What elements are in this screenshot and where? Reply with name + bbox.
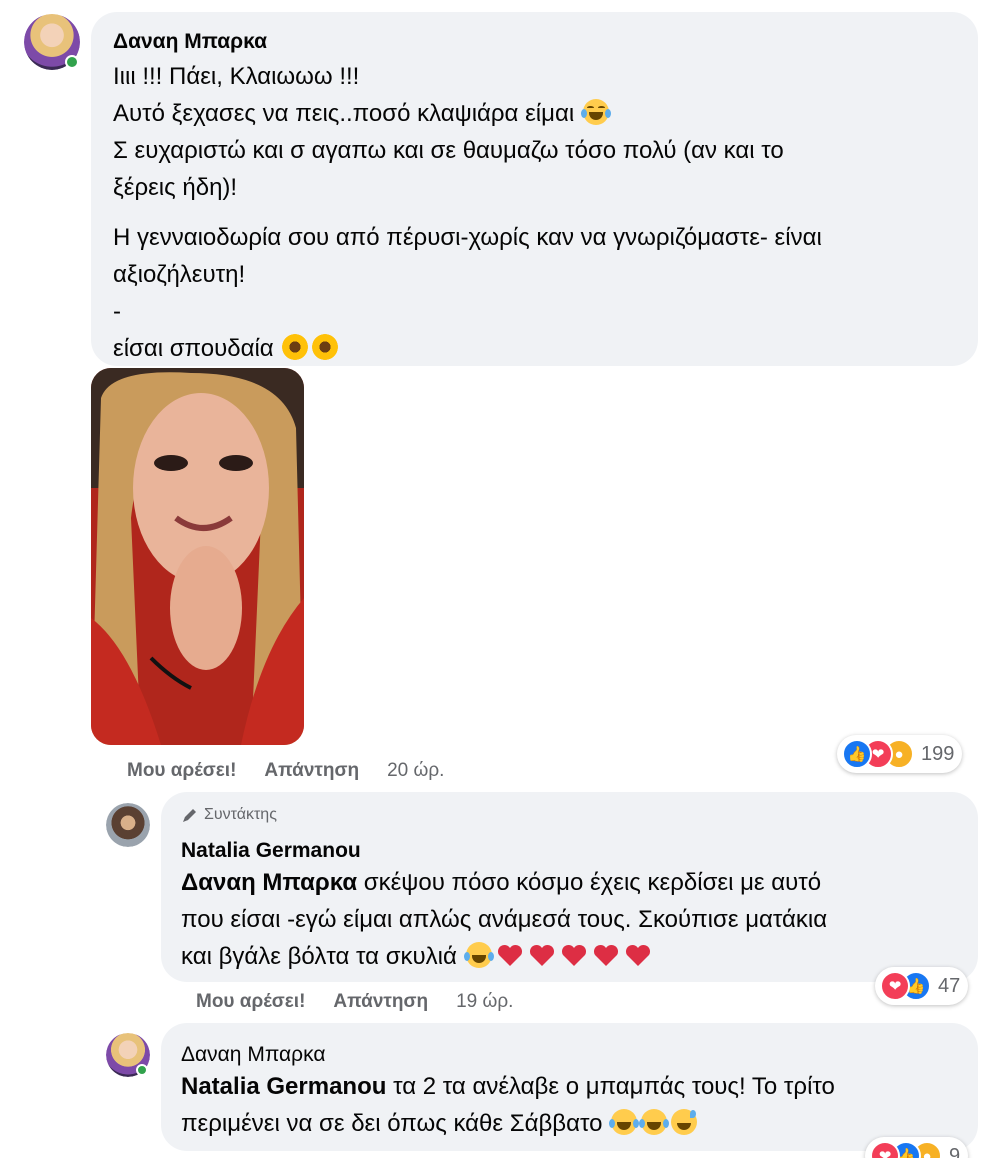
comment-bubble: Δαναη Μπαρκα Ιιιι !!! Πάει, Κλαιωωω !!! … bbox=[91, 12, 978, 366]
laughing-tears-emoji bbox=[639, 1109, 670, 1135]
comment-actions: Μου αρέσει! Απάντηση 19 ώρ. bbox=[196, 991, 513, 1013]
photo-image bbox=[91, 368, 304, 745]
red-heart-emoji bbox=[625, 944, 650, 966]
comment-timestamp[interactable]: 19 ώρ. bbox=[456, 991, 513, 1013]
laughing-tears-emoji bbox=[463, 942, 494, 968]
comment-photo[interactable] bbox=[91, 368, 304, 745]
comment-line: και βγάλε βόλτα τα σκυλιά bbox=[181, 938, 971, 975]
reply-link[interactable]: Απάντηση bbox=[333, 991, 428, 1013]
comment-line: αξιοζήλευτη! bbox=[113, 261, 246, 288]
comment-line: περιμένει να σε δει όπως κάθε Σάββατο bbox=[181, 1105, 971, 1142]
red-heart-emoji bbox=[593, 944, 618, 966]
comment-line: Αυτό ξεχασες να πεις..ποσό κλαψιάρα είμα… bbox=[113, 95, 963, 132]
comment-line: είσαι σπουδαία bbox=[113, 330, 963, 367]
sweat-smile-emoji bbox=[671, 1109, 698, 1135]
sunflower-emoji bbox=[282, 334, 309, 360]
pencil-icon bbox=[183, 809, 196, 822]
red-heart-emoji bbox=[561, 944, 586, 966]
red-heart-emoji bbox=[529, 944, 554, 966]
reaction-summary[interactable]: 👍 ❤ ● 199 bbox=[837, 735, 963, 773]
comment-line: Δαναη Μπαρκα σκέψου πόσο κόσμο έχεις κερ… bbox=[181, 869, 822, 896]
mention-link[interactable]: Natalia Germanou bbox=[181, 1073, 386, 1100]
author-badge: Συντάκτης bbox=[181, 806, 277, 824]
like-link[interactable]: Μου αρέσει! bbox=[196, 991, 305, 1013]
reply-bubble: Δαναη Μπαρκα Natalia Germanou τα 2 τα αν… bbox=[161, 1023, 978, 1151]
comment-author[interactable]: Natalia Germanou bbox=[181, 839, 361, 863]
reaction-count: 9 bbox=[949, 1144, 961, 1158]
avatar[interactable] bbox=[106, 803, 150, 847]
comment-line: Σ ευχαριστώ και σ αγαπω και σε θαυμαζω τ… bbox=[113, 137, 784, 164]
like-link[interactable]: Μου αρέσει! bbox=[127, 760, 236, 782]
badge-label: Συντάκτης bbox=[204, 806, 277, 823]
comment-line: ξέρεις ήδη)! bbox=[113, 174, 238, 201]
comment-text: Ιιιι !!! Πάει, Κλαιωωω !!! Αυτό ξεχασες … bbox=[113, 58, 963, 367]
like-reaction-icon: 👍 bbox=[842, 739, 872, 769]
love-reaction-icon: ❤ bbox=[880, 971, 910, 1001]
comment-actions: Μου αρέσει! Απάντηση 20 ώρ. bbox=[127, 760, 444, 782]
reaction-count: 47 bbox=[938, 974, 961, 997]
online-status-dot bbox=[65, 55, 79, 69]
comment-text: Natalia Germanou τα 2 τα ανέλαβε ο μπαμπ… bbox=[181, 1068, 971, 1142]
comment-line: - bbox=[113, 298, 121, 325]
sunflower-emoji bbox=[312, 334, 339, 360]
comment-text: Δαναη Μπαρκα σκέψου πόσο κόσμο έχεις κερ… bbox=[181, 864, 971, 975]
reply-link[interactable]: Απάντηση bbox=[264, 760, 359, 782]
comment-line: Ιιιι !!! Πάει, Κλαιωωω !!! bbox=[113, 63, 360, 90]
reply-bubble: Συντάκτης Natalia Germanou Δαναη Μπαρκα … bbox=[161, 792, 978, 982]
laughing-tears-emoji bbox=[609, 1109, 640, 1135]
online-status-dot bbox=[136, 1064, 148, 1076]
reaction-summary[interactable]: ❤ 👍 47 bbox=[875, 967, 969, 1005]
mention-link[interactable]: Δαναη Μπαρκα bbox=[181, 869, 357, 896]
comment-timestamp[interactable]: 20 ώρ. bbox=[387, 760, 444, 782]
comment-line: που είσαι -εγώ είμαι απλώς ανάμεσά τους.… bbox=[181, 906, 828, 933]
red-heart-emoji bbox=[497, 944, 522, 966]
comment-author[interactable]: Δαναη Μπαρκα bbox=[181, 1043, 325, 1067]
comment-author[interactable]: Δαναη Μπαρκα bbox=[113, 30, 267, 54]
reaction-count: 199 bbox=[921, 742, 955, 765]
laughing-tears-emoji bbox=[580, 99, 611, 125]
reaction-summary[interactable]: ❤ 👍 ● 9 bbox=[865, 1137, 969, 1158]
comment-line: Natalia Germanou τα 2 τα ανέλαβε ο μπαμπ… bbox=[181, 1073, 835, 1100]
comment-line: Η γενναιοδωρία σου από πέρυσι-χωρίς καν … bbox=[113, 224, 822, 251]
